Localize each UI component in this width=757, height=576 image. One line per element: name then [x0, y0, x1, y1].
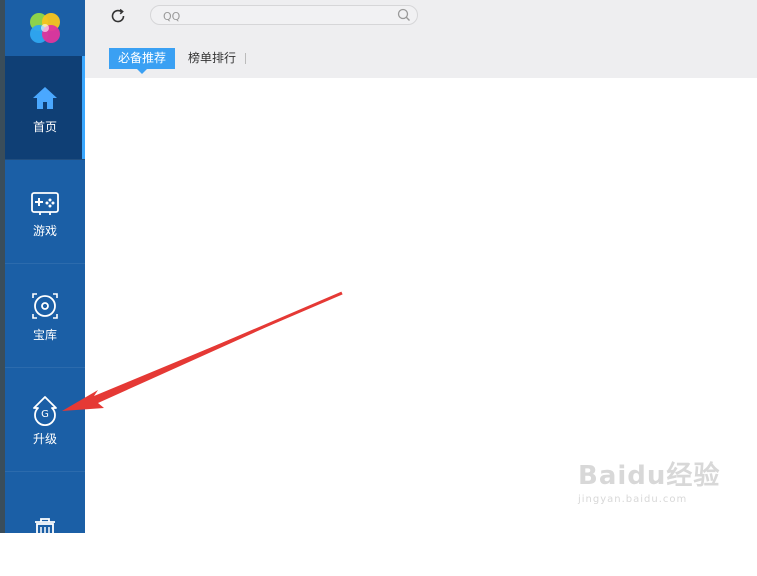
annotation-arrow [62, 291, 343, 411]
watermark-sub: jingyan.baidu.com [578, 494, 688, 505]
watermark-main: Baidu经验 [578, 461, 721, 491]
baidu-watermark: Baidu经验 jingyan.baidu.com [578, 455, 720, 505]
